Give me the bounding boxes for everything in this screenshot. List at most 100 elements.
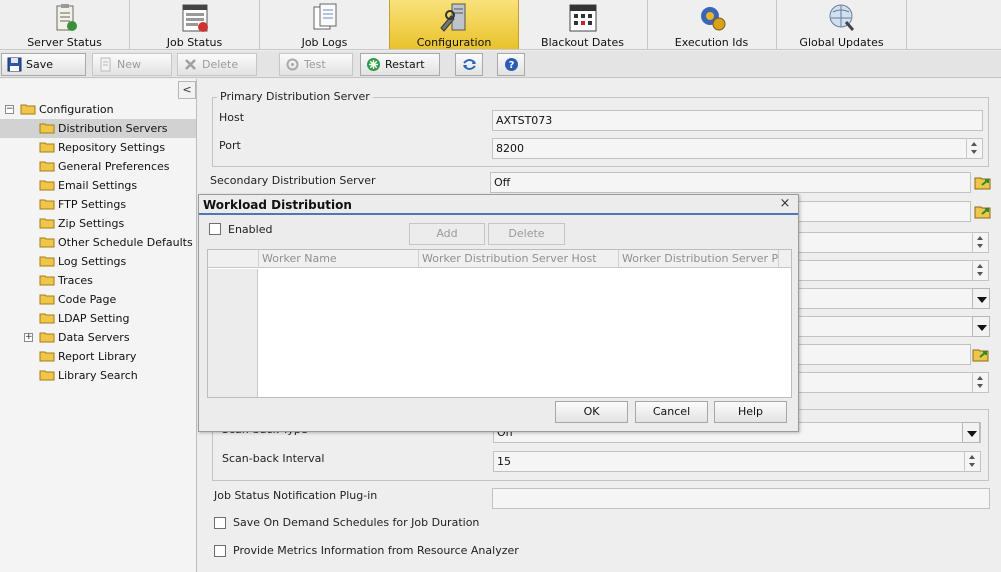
tree-item-data-servers[interactable]: Data Servers <box>39 328 130 347</box>
scanback-interval-spinner[interactable] <box>964 451 980 472</box>
tree-item-label: Zip Settings <box>58 217 125 230</box>
tree-item-label: Other Schedule Defaults <box>58 236 193 249</box>
tree-item-label: LDAP Setting <box>58 312 130 325</box>
close-icon[interactable]: × <box>778 197 792 211</box>
column-worker-name[interactable]: Worker Name <box>258 250 418 268</box>
tab-label: Job Logs <box>301 36 348 49</box>
hidden-dropdown-2-arrow[interactable] <box>972 316 990 337</box>
help-button[interactable]: ? <box>497 53 525 76</box>
tree-item-report-library[interactable]: Report Library <box>39 347 136 366</box>
tree-item-ftp-settings[interactable]: FTP Settings <box>39 195 126 214</box>
help-dialog-button[interactable]: Help <box>714 401 787 423</box>
new-button[interactable]: New <box>92 53 172 76</box>
tab-label: Configuration <box>416 36 492 49</box>
column-spacer <box>778 250 791 268</box>
delete-button[interactable]: Delete <box>177 53 257 76</box>
restart-button[interactable]: Restart <box>360 53 440 76</box>
tree-item-label: Data Servers <box>58 331 130 344</box>
tree-item-library-search[interactable]: Library Search <box>39 366 138 385</box>
job-status-icon <box>182 4 208 32</box>
folder-icon <box>39 275 55 286</box>
open-folder-icon[interactable] <box>971 344 991 365</box>
tab-server-status[interactable]: Server Status <box>0 0 130 49</box>
save-on-demand-checkbox[interactable] <box>214 517 226 529</box>
tree-item-email-settings[interactable]: Email Settings <box>39 176 137 195</box>
delete-x-icon <box>185 59 196 70</box>
folder-icon <box>20 104 36 115</box>
tree-item-code-page[interactable]: Code Page <box>39 290 116 309</box>
tab-global-updates[interactable]: Global Updates <box>777 0 907 49</box>
workers-table: Worker Name Worker Distribution Server H… <box>207 249 792 398</box>
row-header-gutter <box>208 269 258 397</box>
tree-item-distribution-servers[interactable]: Distribution Servers <box>0 119 196 138</box>
tree-item-other-schedule-defaults[interactable]: Other Schedule Defaults <box>39 233 193 252</box>
open-folder-icon[interactable] <box>973 172 993 193</box>
new-document-icon <box>100 57 111 72</box>
folder-icon <box>39 218 55 229</box>
tab-label: Execution Ids <box>674 36 749 49</box>
delete-label: Delete <box>202 58 239 71</box>
tree-item-repository-settings[interactable]: Repository Settings <box>39 138 165 157</box>
tree-item-traces[interactable]: Traces <box>39 271 93 290</box>
collapse-panel-button[interactable]: < <box>178 81 196 99</box>
host-input[interactable]: AXTST073 <box>492 110 983 131</box>
job-status-plugin-input[interactable] <box>492 488 990 509</box>
folder-icon <box>39 237 55 248</box>
delete-worker-button[interactable]: Delete <box>488 223 565 245</box>
svg-text:?: ? <box>509 60 515 71</box>
tab-blackout-dates[interactable]: Blackout Dates <box>518 0 648 49</box>
ok-button[interactable]: OK <box>555 401 628 423</box>
provide-metrics-checkbox[interactable] <box>214 545 226 557</box>
configuration-icon <box>440 3 466 32</box>
enabled-checkbox[interactable] <box>209 223 221 235</box>
group-title: Primary Distribution Server <box>217 90 373 103</box>
folder-icon <box>39 351 55 362</box>
port-spinner[interactable] <box>966 138 982 159</box>
provide-metrics-label: Provide Metrics Information from Resourc… <box>233 544 519 557</box>
tree-item-label: Repository Settings <box>58 141 166 154</box>
tab-configuration[interactable]: Configuration <box>389 0 519 49</box>
enabled-label: Enabled <box>228 223 273 236</box>
scanback-type-arrow[interactable] <box>962 422 980 443</box>
global-updates-icon <box>829 4 854 31</box>
test-button[interactable]: Test <box>279 53 353 76</box>
tree-item-label: Code Page <box>58 293 117 306</box>
tree-item-label: Library Search <box>58 369 138 382</box>
secondary-server-input[interactable]: Off <box>490 172 971 193</box>
tree-item-ldap-setting[interactable]: LDAP Setting <box>39 309 129 328</box>
open-folder-icon[interactable] <box>973 201 993 222</box>
cancel-button[interactable]: Cancel <box>635 401 708 423</box>
refresh-button[interactable] <box>455 53 483 76</box>
column-worker-host[interactable]: Worker Distribution Server Host <box>418 250 618 268</box>
tree-root-configuration[interactable]: Configuration <box>20 100 114 119</box>
tab-execution-ids[interactable]: Execution Ids <box>647 0 777 49</box>
hidden-dropdown-1-arrow[interactable] <box>972 288 990 309</box>
workload-distribution-dialog: Workload Distribution × Enabled Add Dele… <box>198 194 799 432</box>
tab-job-logs[interactable]: Job Logs <box>260 0 390 49</box>
tree-item-zip-settings[interactable]: Zip Settings <box>39 214 124 233</box>
tree-item-log-settings[interactable]: Log Settings <box>39 252 126 271</box>
hidden-spinner-1[interactable] <box>972 232 988 253</box>
tree-item-label: FTP Settings <box>58 198 127 211</box>
tree-root-expander[interactable]: − <box>5 105 14 114</box>
tab-label: Job Status <box>166 36 223 49</box>
toolbar: Save New Delete Test Restart ? <box>0 51 1001 78</box>
add-worker-button[interactable]: Add <box>409 223 485 245</box>
scanback-interval-input[interactable]: 15 <box>493 451 981 472</box>
tree-item-general-preferences[interactable]: General Preferences <box>39 157 170 176</box>
help-icon: ? <box>505 58 518 71</box>
port-input[interactable]: 8200 <box>492 138 983 159</box>
data-servers-expander[interactable]: + <box>24 333 33 342</box>
hidden-spinner-3[interactable] <box>972 372 988 393</box>
tab-job-status[interactable]: Job Status <box>130 0 260 49</box>
refresh-icon <box>463 59 476 70</box>
restart-icon <box>367 58 380 71</box>
folder-icon <box>39 161 55 172</box>
port-label: Port <box>219 139 241 152</box>
folder-icon <box>39 142 55 153</box>
column-worker-port[interactable]: Worker Distribution Server Port <box>618 250 778 268</box>
folder-icon <box>39 199 55 210</box>
tab-label: Global Updates <box>799 36 884 49</box>
save-button[interactable]: Save <box>1 53 86 76</box>
hidden-spinner-2[interactable] <box>972 260 988 281</box>
